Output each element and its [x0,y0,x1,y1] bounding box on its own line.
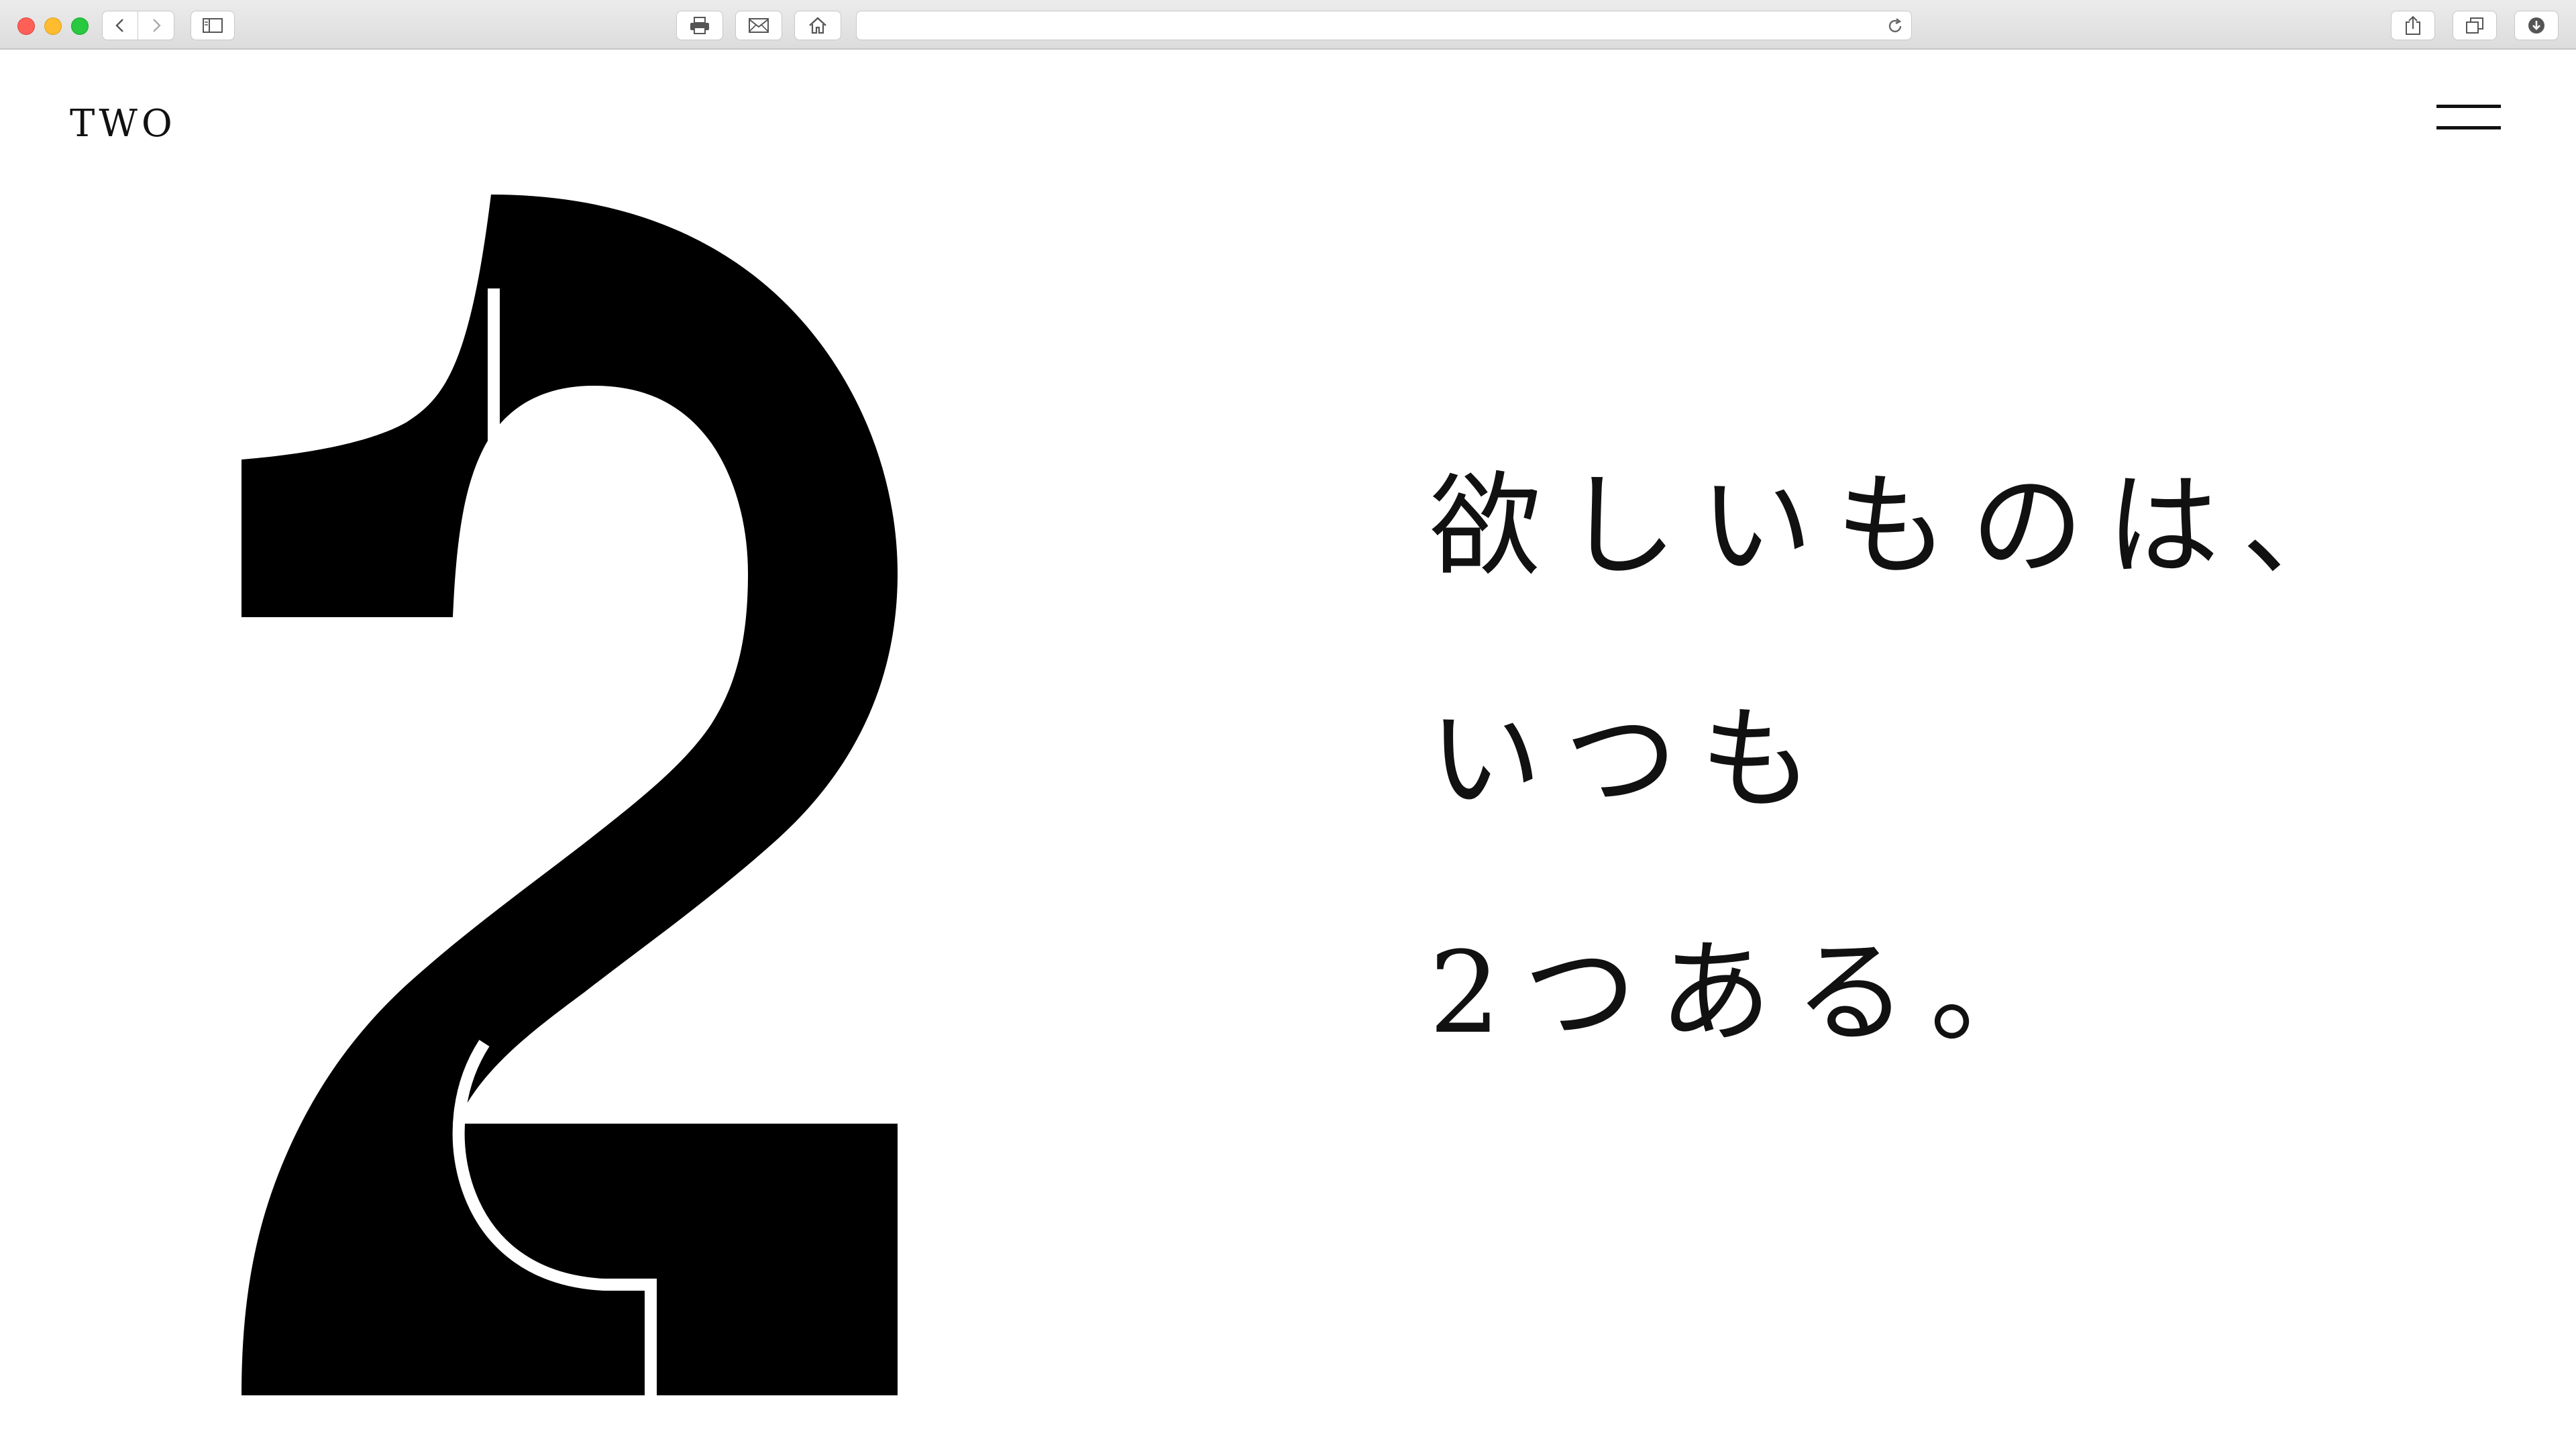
window-zoom-button[interactable] [71,17,89,35]
site-logo[interactable]: TWO [70,102,176,146]
mail-icon [749,18,769,33]
tabs-icon [2466,17,2483,34]
download-icon [2528,17,2544,34]
share-icon [2406,15,2420,35]
share-button[interactable] [2391,11,2435,40]
back-icon [115,19,123,32]
window-minimize-button[interactable] [44,17,62,35]
browser-toolbar [0,0,2576,50]
hero-tagline: 欲しいものは、 いつも 2つある。 [1429,470,2502,1170]
home-icon [809,17,826,34]
print-icon [690,17,709,34]
downloads-button[interactable] [2514,11,2559,40]
menu-button[interactable] [2436,101,2501,133]
home-button[interactable] [794,11,841,40]
reload-icon[interactable] [1886,17,1904,36]
forward-icon [152,19,161,32]
print-button[interactable] [676,11,723,40]
tagline-line-2: いつも [1429,694,1835,825]
tagline-line-3: 2つある。 [1429,927,2065,1059]
sidebar-icon [203,18,223,33]
tabs-button[interactable] [2453,11,2497,40]
numeral-two-graphic [241,195,898,1395]
forward-button[interactable] [138,11,174,40]
mail-button[interactable] [735,11,782,40]
tagline-line-1: 欲しいものは、 [1429,460,2377,592]
back-button[interactable] [102,11,138,40]
address-bar[interactable] [856,11,1912,40]
window-close-button[interactable] [17,17,35,35]
sidebar-button[interactable] [191,11,235,40]
